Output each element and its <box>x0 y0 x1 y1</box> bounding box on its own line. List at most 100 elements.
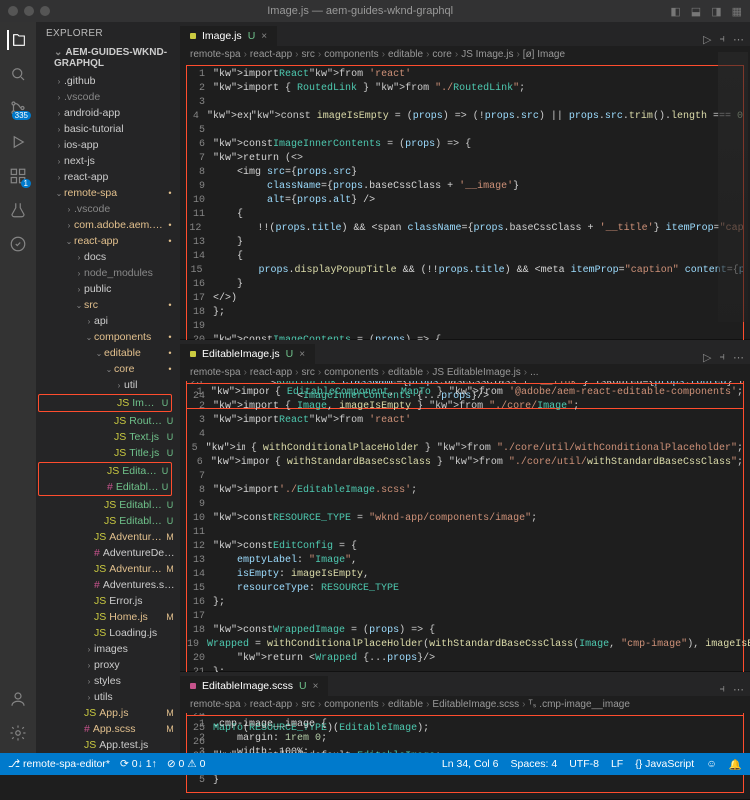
file-titlejs[interactable]: JSTitle.jsU <box>36 445 176 461</box>
tab-image-js[interactable]: Image.js U× <box>180 26 278 46</box>
panel-bottom-icon[interactable]: ⬓ <box>691 5 701 18</box>
branch-indicator[interactable]: ⎇ remote-spa-editor* <box>8 758 110 770</box>
breadcrumb-3[interactable]: remote-spa › react-app › src › component… <box>180 696 750 713</box>
file-tree: ›.github ›.vscode ›android-app ›basic-tu… <box>36 73 180 753</box>
tab-editableimage-scss[interactable]: EditableImage.scss U× <box>180 676 329 696</box>
explorer-icon[interactable] <box>7 30 27 50</box>
remote-icon[interactable] <box>8 234 28 254</box>
file-apptestjs[interactable]: JSApp.test.js <box>36 737 176 753</box>
breadcrumb-2[interactable]: remote-spa › react-app › src › component… <box>180 364 750 381</box>
minimap[interactable] <box>718 52 748 322</box>
folder-basic[interactable]: ›basic-tutorial <box>36 121 176 137</box>
folder-reactapp1[interactable]: ›react-app <box>36 169 176 185</box>
run-icon[interactable]: ▷ <box>703 33 711 46</box>
indent-indicator[interactable]: Spaces: 4 <box>511 758 558 771</box>
split-icon[interactable]: ⫞ <box>720 683 726 696</box>
sidebar-header: EXPLORER <box>36 22 180 45</box>
window-title: Image.js — aem-guides-wknd-graphql <box>50 5 670 17</box>
layout-icon[interactable]: ▦ <box>732 5 742 18</box>
run-debug-icon[interactable] <box>8 132 28 152</box>
folder-styles[interactable]: ›styles <box>36 673 176 689</box>
title-toolbar: ◧ ⬓ ◨ ▦ <box>670 5 742 18</box>
split-icon[interactable]: ⫞ <box>720 351 726 364</box>
encoding-indicator[interactable]: UTF-8 <box>569 758 599 771</box>
file-textjs[interactable]: JSText.jsU <box>36 429 176 445</box>
folder-nextjs[interactable]: ›next-js <box>36 153 176 169</box>
folder-components[interactable]: ⌄components• <box>36 329 176 345</box>
file-editableimagescss[interactable]: #EditableImage.scssU <box>39 479 171 495</box>
more-icon[interactable]: ⋯ <box>733 351 744 364</box>
file-advdetailjs[interactable]: JSAdventureDetail.jsM <box>36 529 176 545</box>
project-title[interactable]: ⌄AEM-GUIDES-WKND-GRAPHQL <box>36 45 180 73</box>
more-icon[interactable]: ⋯ <box>733 683 744 696</box>
editor-editableimage-scss: EditableImage.scss U× ⫞ ⋯ remote-spa › r… <box>180 672 750 800</box>
folder-src[interactable]: ⌄src• <box>36 297 176 313</box>
breadcrumb-1[interactable]: remote-spa › react-app › src › component… <box>180 46 750 63</box>
folder-github[interactable]: ›.github <box>36 73 176 89</box>
feedback-icon[interactable]: ☺ <box>706 758 717 771</box>
close-dot[interactable] <box>8 6 18 16</box>
sync-indicator[interactable]: ⟳ 0↓ 1↑ <box>120 758 157 770</box>
run-icon[interactable]: ▷ <box>703 351 711 364</box>
file-adventuresscss[interactable]: #Adventures.scss <box>36 577 176 593</box>
js-icon <box>190 33 196 39</box>
folder-remotespa[interactable]: ⌄remote-spa• <box>36 185 176 201</box>
folder-nodemodules[interactable]: ›node_modules <box>36 265 176 281</box>
close-icon[interactable]: × <box>261 31 267 42</box>
folder-ios[interactable]: ›ios-app <box>36 137 176 153</box>
language-indicator[interactable]: {} JavaScript <box>635 758 694 771</box>
folder-android[interactable]: ›android-app <box>36 105 176 121</box>
file-loadingjs[interactable]: JSLoading.js <box>36 625 176 641</box>
file-adventuresjs[interactable]: JSAdventures.jsM <box>36 561 176 577</box>
testing-icon[interactable] <box>8 200 28 220</box>
tab-actions-3: ⫞ ⋯ <box>720 683 750 696</box>
folder-core[interactable]: ⌄core• <box>36 361 176 377</box>
split-icon[interactable]: ⫞ <box>720 33 726 46</box>
folder-comadobe[interactable]: ›com.adobe.aem.guides.wkn…• <box>36 217 176 233</box>
folder-docs[interactable]: ›docs <box>36 249 176 265</box>
source-control-icon[interactable]: 335 <box>8 98 28 118</box>
problems-indicator[interactable]: ⊘ 0 ⚠ 0 <box>167 758 206 770</box>
folder-vscode2[interactable]: ›.vscode <box>36 201 176 217</box>
settings-gear-icon[interactable] <box>8 723 28 743</box>
file-appscss[interactable]: #App.scssM <box>36 721 176 737</box>
notification-bell-icon[interactable]: 🔔 <box>729 758 742 771</box>
eol-indicator[interactable]: LF <box>611 758 623 771</box>
highlight-editableimage: JSEditableImage.jsU #EditableImage.scssU <box>38 462 172 496</box>
highlight-image: JSImage.jsU <box>38 394 172 412</box>
folder-images[interactable]: ›images <box>36 641 176 657</box>
file-image-js[interactable]: JSImage.jsU <box>39 395 171 411</box>
max-dot[interactable] <box>40 6 50 16</box>
folder-reactapp2[interactable]: ⌄react-app• <box>36 233 176 249</box>
accounts-icon[interactable] <box>8 689 28 709</box>
folder-vscode[interactable]: ›.vscode <box>36 89 176 105</box>
sidebar: EXPLORER ⌄AEM-GUIDES-WKND-GRAPHQL ›.gith… <box>36 22 180 753</box>
file-editableimagejs[interactable]: JSEditableImage.jsU <box>39 463 171 479</box>
extensions-icon[interactable]: 1 <box>8 166 28 186</box>
search-icon[interactable] <box>8 64 28 84</box>
min-dot[interactable] <box>24 6 34 16</box>
folder-proxy[interactable]: ›proxy <box>36 657 176 673</box>
folder-public[interactable]: ›public <box>36 281 176 297</box>
folder-util[interactable]: ›util <box>36 377 176 393</box>
file-appjs[interactable]: JSApp.jsM <box>36 705 176 721</box>
folder-editable[interactable]: ⌄editable• <box>36 345 176 361</box>
more-icon[interactable]: ⋯ <box>733 33 744 46</box>
file-errorjs[interactable]: JSError.js <box>36 593 176 609</box>
tab-editableimage-js[interactable]: EditableImage.js U× <box>180 344 316 364</box>
window-controls[interactable] <box>8 6 50 16</box>
close-icon[interactable]: × <box>299 349 305 360</box>
scss-icon <box>190 683 196 689</box>
tab-bar-3: EditableImage.scss U× ⫞ ⋯ <box>180 672 750 696</box>
cursor-position[interactable]: Ln 34, Col 6 <box>442 758 499 771</box>
file-routedlink[interactable]: JSRoutedLink.jsU <box>36 413 176 429</box>
close-icon[interactable]: × <box>313 681 319 692</box>
folder-api[interactable]: ›api <box>36 313 176 329</box>
file-advdetailscss[interactable]: #AdventureDetail.scss <box>36 545 176 561</box>
panel-right-icon[interactable]: ◨ <box>711 5 721 18</box>
file-editabletitlejs[interactable]: JSEditableTitle.jsU <box>36 513 176 529</box>
folder-utils[interactable]: ›utils <box>36 689 176 705</box>
file-editabletextjs[interactable]: JSEditableText.jsU <box>36 497 176 513</box>
panel-left-icon[interactable]: ◧ <box>670 5 680 18</box>
file-homejs[interactable]: JSHome.jsM <box>36 609 176 625</box>
